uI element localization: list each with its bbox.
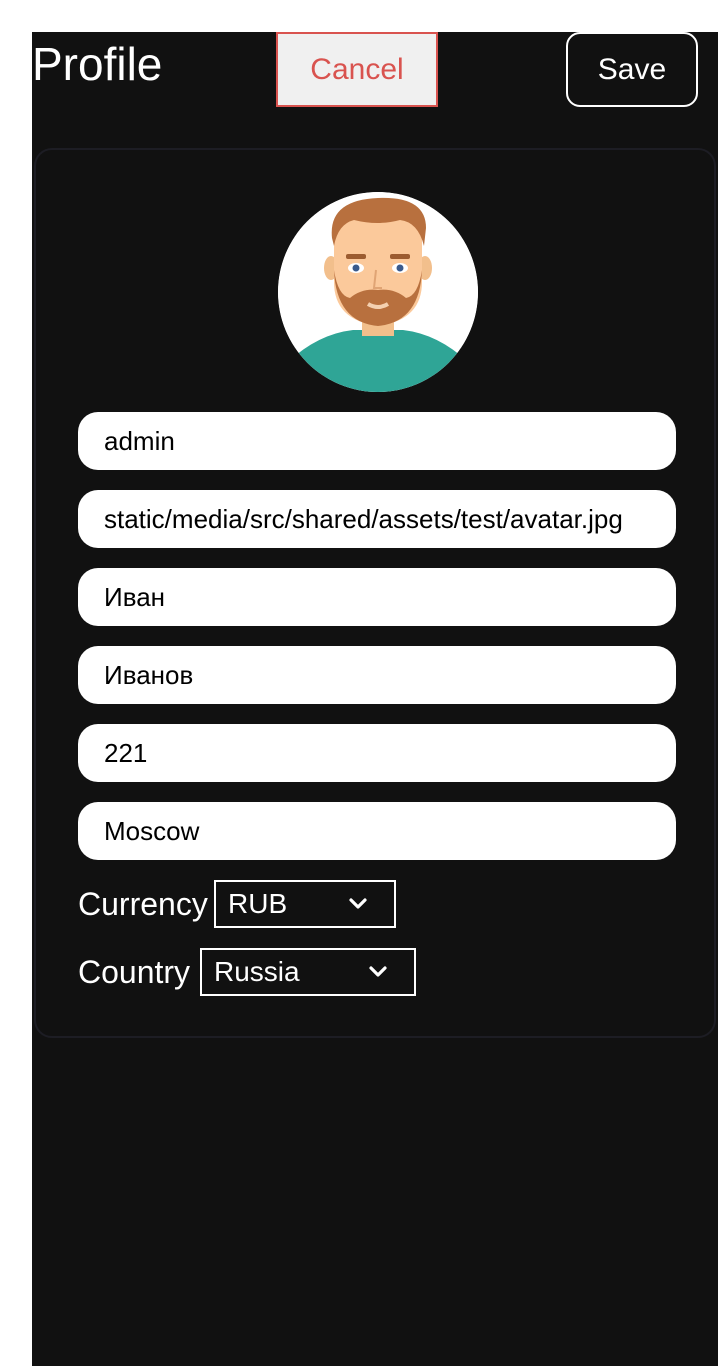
first-name-field[interactable] xyxy=(78,568,676,626)
user-avatar-icon xyxy=(278,192,478,392)
page-title: Profile xyxy=(32,38,163,90)
age-field[interactable] xyxy=(78,724,676,782)
save-button[interactable]: Save xyxy=(566,32,698,107)
profile-card: Currency RUB Country Russia xyxy=(34,148,716,1038)
username-field[interactable] xyxy=(78,412,676,470)
last-name-field[interactable] xyxy=(78,646,676,704)
city-field[interactable] xyxy=(78,802,676,860)
profile-page: Profile Cancel Save admin static/media/s… xyxy=(32,32,718,1366)
country-select-value: Russia xyxy=(214,956,300,987)
cancel-button[interactable]: Cancel xyxy=(276,32,438,107)
avatar xyxy=(278,192,478,392)
currency-select[interactable]: RUB xyxy=(214,880,396,928)
avatar-url-field[interactable] xyxy=(78,490,676,548)
chevron-down-icon xyxy=(368,965,388,979)
country-select[interactable]: Russia xyxy=(200,948,416,996)
country-label: Country xyxy=(78,954,191,990)
currency-select-value: RUB xyxy=(228,888,288,919)
currency-label: Currency xyxy=(78,886,208,922)
chevron-down-icon xyxy=(348,897,368,911)
